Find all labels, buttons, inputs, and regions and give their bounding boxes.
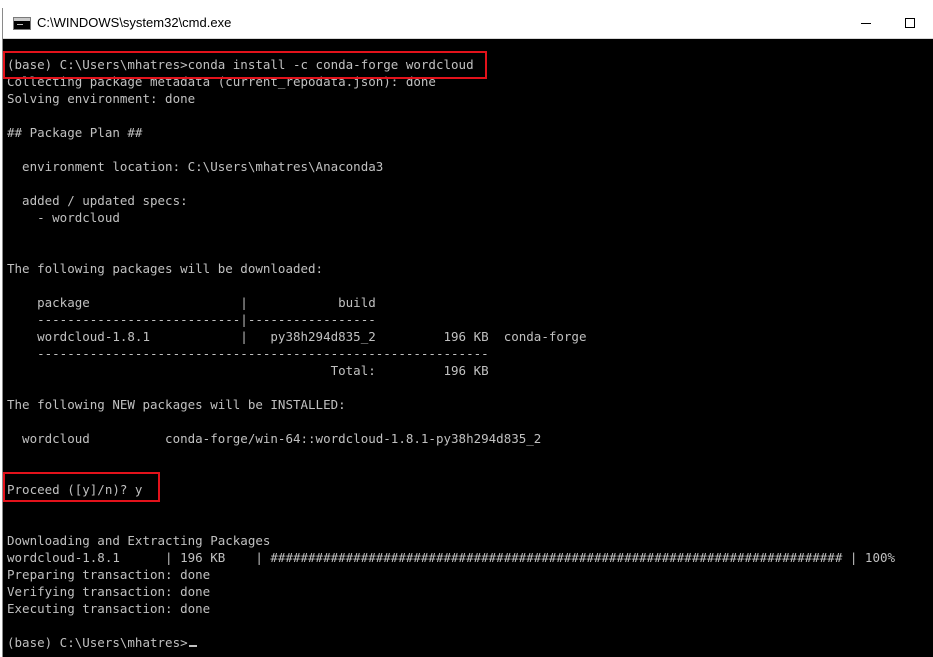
console-line: (base) C:\Users\mhatres>conda install -c… xyxy=(7,57,474,72)
console-line: added / updated specs: xyxy=(7,193,188,208)
minimize-icon xyxy=(861,23,871,24)
console-line: Total: 196 KB xyxy=(7,363,489,378)
console-line: - wordcloud xyxy=(7,210,120,225)
text-cursor xyxy=(188,645,197,647)
console-line: Collecting package metadata (current_rep… xyxy=(7,74,436,89)
console-line: Verifying transaction: done xyxy=(7,584,211,599)
console-line: wordcloud-1.8.1 | py38h294d835_2 196 KB … xyxy=(7,329,587,344)
console-line: ## Package Plan ## xyxy=(7,125,143,140)
console-line: The following packages will be downloade… xyxy=(7,261,324,276)
console-line: environment location: C:\Users\mhatres\A… xyxy=(7,159,384,174)
console-line: Solving environment: done xyxy=(7,91,196,106)
console-line: The following NEW packages will be INSTA… xyxy=(7,397,346,412)
console-output[interactable]: (base) C:\Users\mhatres>conda install -c… xyxy=(3,39,933,657)
console-line: ---------------------------|------------… xyxy=(7,312,376,327)
window-title: C:\WINDOWS\system32\cmd.exe xyxy=(37,15,232,30)
minimize-button[interactable] xyxy=(845,8,887,39)
prompt-line: (base) C:\Users\mhatres> xyxy=(7,634,197,651)
console-line: Executing transaction: done xyxy=(7,601,211,616)
console-line: Proceed ([y]/n)? y xyxy=(7,482,143,497)
console-line: wordcloud conda-forge/win-64::wordcloud-… xyxy=(7,431,542,446)
console-icon xyxy=(13,17,31,30)
console-line: Downloading and Extracting Packages xyxy=(7,533,271,548)
prompt-text: (base) C:\Users\mhatres> xyxy=(7,635,188,650)
console-line: package | build xyxy=(7,295,376,310)
maximize-icon xyxy=(905,18,915,28)
title-bar[interactable]: C:\WINDOWS\system32\cmd.exe xyxy=(3,8,933,39)
console-line: wordcloud-1.8.1 | 196 KB | #############… xyxy=(7,550,896,565)
cmd-window: C:\WINDOWS\system32\cmd.exe (base) C:\Us… xyxy=(2,8,933,657)
maximize-button[interactable] xyxy=(889,8,931,39)
console-line: Preparing transaction: done xyxy=(7,567,211,582)
console-line: ----------------------------------------… xyxy=(7,346,489,361)
